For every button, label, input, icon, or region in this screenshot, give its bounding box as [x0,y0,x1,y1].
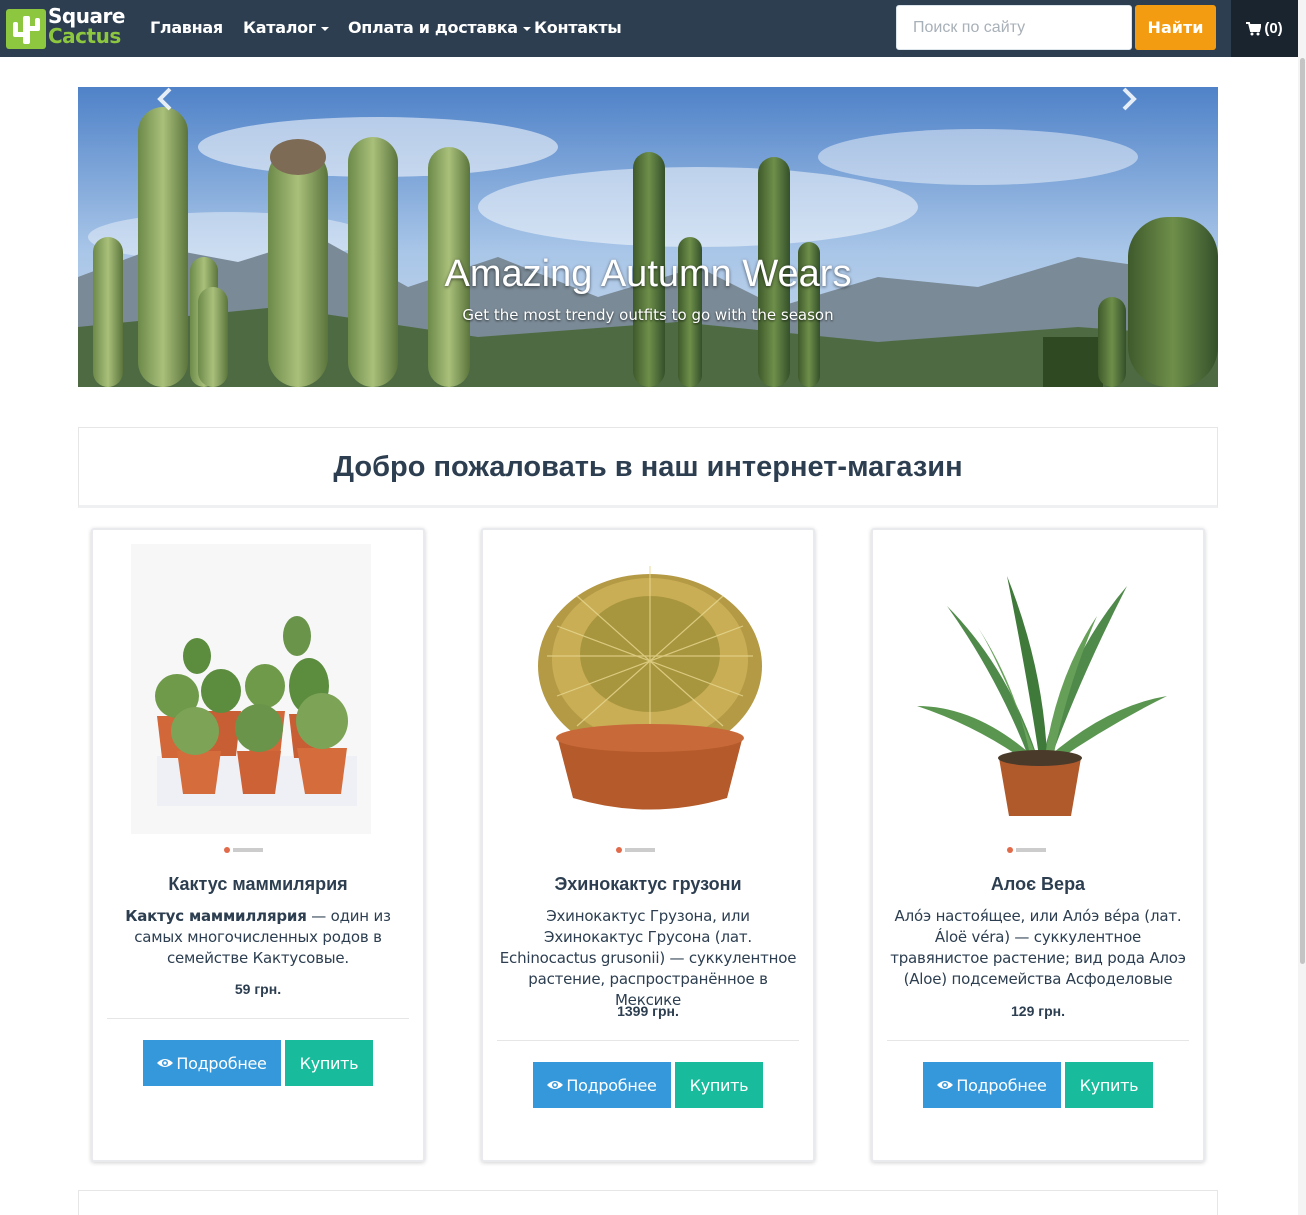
product-description: Ало́э настоя́щее, или Ало́э ве́ра (лат. … [889,906,1187,990]
caret-down-icon [320,26,329,31]
product-card: Алоє Вера Ало́э настоя́щее, или Ало́э ве… [871,528,1205,1162]
product-description-text: Эхинокактус Грузона, или Эхинокактус Гру… [499,907,797,1009]
product-price: 59 грн. [234,981,282,997]
carousel-cactus-image [78,87,1218,387]
carousel-subtitle: Get the most trendy outfits to go with t… [462,306,834,324]
product-title[interactable]: Кактус маммилярия [93,874,423,895]
nav-home-link[interactable]: Главная [150,18,223,37]
carousel-prev-chevron-left-icon[interactable] [154,87,178,111]
carousel-title: Amazing Autumn Wears [444,253,852,295]
product-card: Кактус маммилярия Кактус маммиллярия — о… [91,528,425,1162]
product-image-echinocactus[interactable] [507,536,793,862]
eye-icon [157,1059,174,1067]
card-divider [887,1040,1189,1041]
product-description: Кактус маммиллярия — один из самых много… [109,906,407,969]
hero-carousel: Amazing Autumn Wears Get the most trendy… [78,87,1218,387]
welcome-panel: Добро пожаловать в наш интернет-магазин [78,427,1218,508]
next-section-panel [78,1190,1218,1215]
eye-icon [547,1081,564,1089]
nav-contacts-link[interactable]: Контакты [534,18,622,37]
nav-contacts-label: Контакты [534,18,622,37]
product-details-button[interactable]: Подробнее [143,1040,281,1086]
product-details-button[interactable]: Подробнее [923,1062,1061,1108]
nav-home-label: Главная [150,18,223,37]
nav-payment-delivery-dropdown[interactable]: Оплата и доставка [348,18,531,37]
eye-icon [937,1081,954,1089]
scrollbar-thumb[interactable] [1300,58,1305,964]
product-price: 1399 грн. [617,1003,679,1019]
welcome-heading: Добро пожаловать в наш интернет-магазин [333,451,963,483]
cart-count: (0) [1264,20,1283,37]
logo-text-cactus: Cactus [48,24,121,48]
logo-text-square: Square [48,4,125,28]
product-buy-button[interactable]: Купить [285,1040,373,1086]
nav-catalog-label: Каталог [243,18,316,37]
product-details-button[interactable]: Подробнее [533,1062,671,1108]
product-description-bold: Кактус маммиллярия [125,907,307,925]
product-card: Эхинокактус грузони Эхинокактус Грузона,… [481,528,815,1162]
details-button-label: Подробнее [176,1053,267,1073]
site-logo[interactable]: Square Cactus [6,6,128,50]
product-buy-button[interactable]: Купить [1065,1062,1153,1108]
details-button-label: Подробнее [956,1075,1047,1095]
navbar: Square Cactus Главная Каталог Оплата и д… [0,0,1298,57]
product-price: 129 грн. [1011,1003,1065,1019]
product-buy-button[interactable]: Купить [675,1062,763,1108]
product-image-mammillaria[interactable] [117,536,403,862]
product-title[interactable]: Эхинокактус грузони [483,874,813,895]
nav-payment-label: Оплата и доставка [348,18,518,37]
product-image-aloe-vera[interactable] [897,536,1183,862]
search-button[interactable]: Найти [1135,5,1216,50]
card-divider [107,1018,409,1019]
product-description-text: Ало́э настоя́щее, или Ало́э ве́ра (лат. … [890,907,1186,988]
details-button-label: Подробнее [566,1075,657,1095]
product-description: Эхинокактус Грузона, или Эхинокактус Гру… [499,906,797,1011]
carousel-next-chevron-right-icon[interactable] [1116,87,1140,111]
card-divider [497,1040,799,1041]
shopping-cart-icon [1246,21,1262,35]
caret-down-icon [522,26,531,31]
product-title[interactable]: Алоє Вера [873,874,1203,895]
cart-button[interactable]: (0) [1231,0,1298,57]
cactus-logo-icon [6,9,46,49]
search-input[interactable] [896,5,1132,50]
nav-catalog-dropdown[interactable]: Каталог [243,18,329,37]
